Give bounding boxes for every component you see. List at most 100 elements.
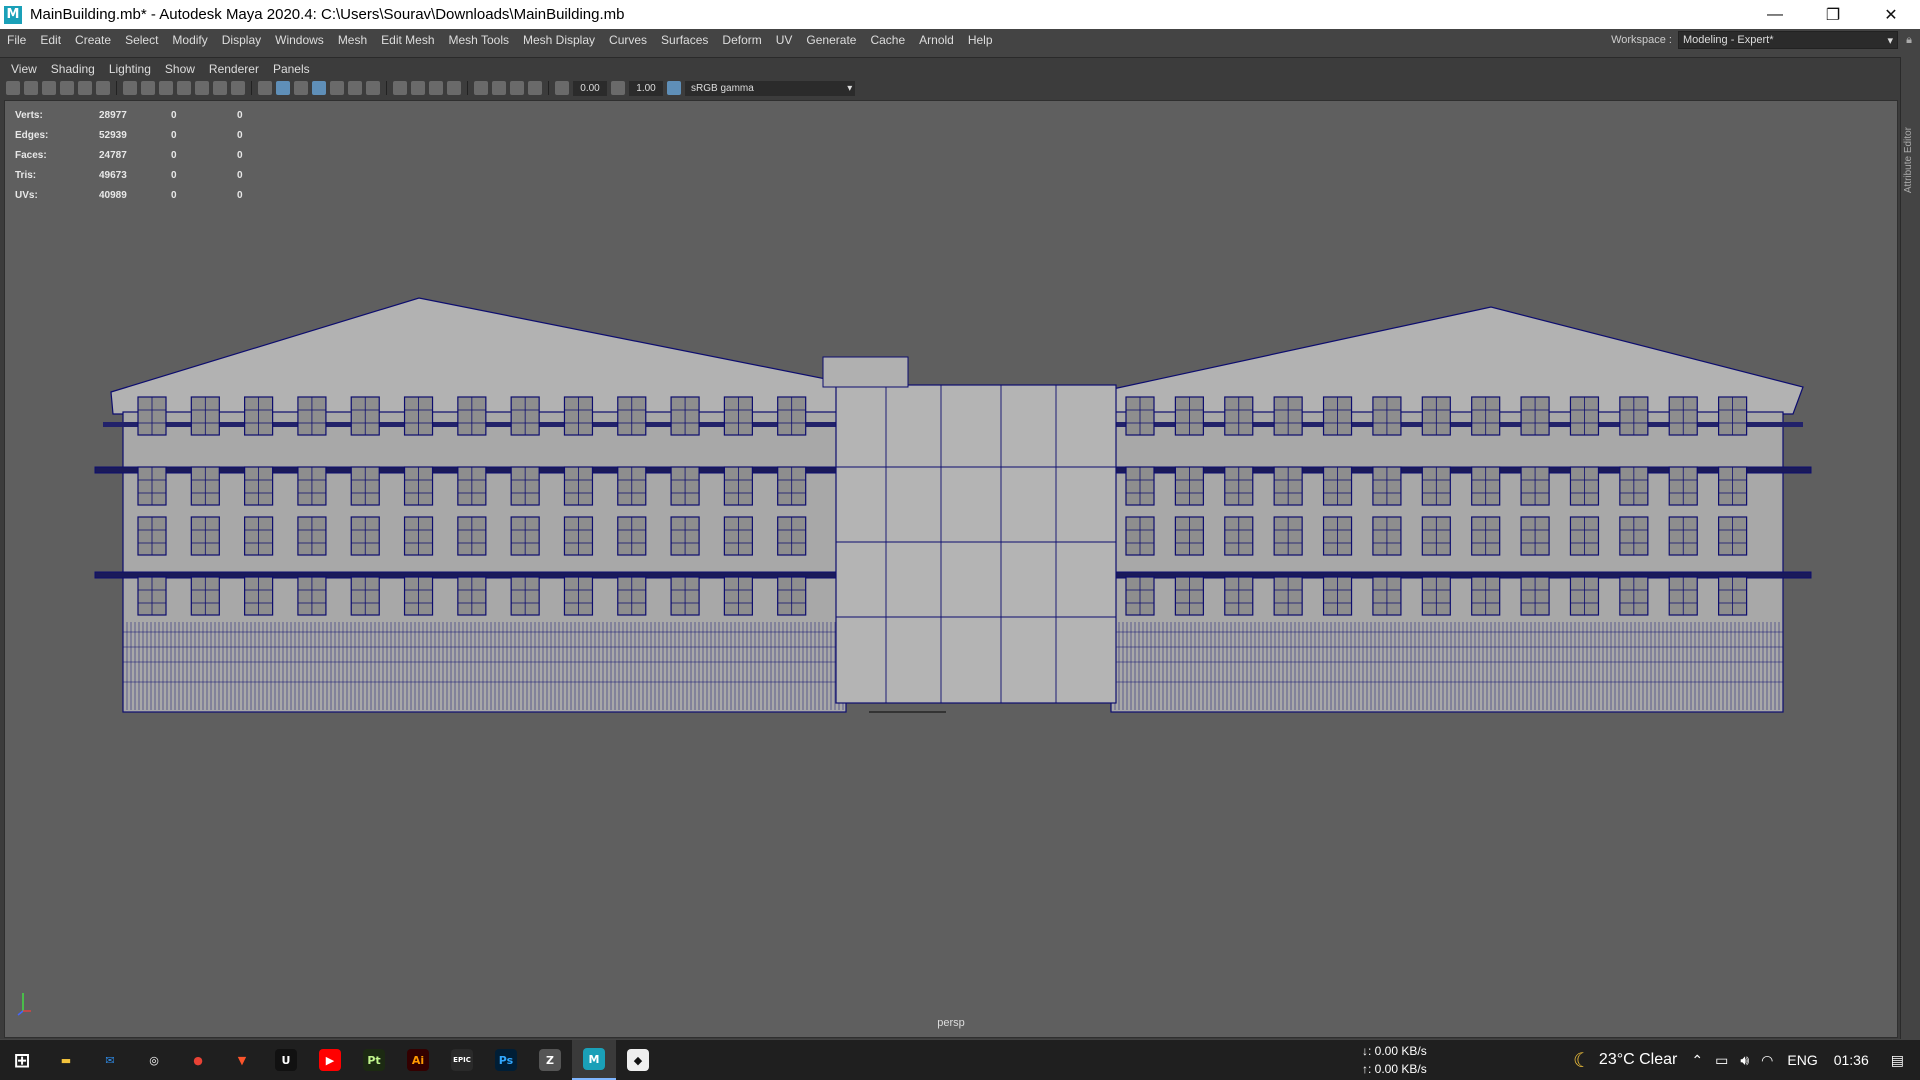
- taskbar-unreal[interactable]: U: [264, 1040, 308, 1080]
- lock-icon[interactable]: 🔒︎: [1898, 34, 1920, 47]
- close-button[interactable]: ✕: [1862, 0, 1920, 29]
- grid-icon[interactable]: [123, 81, 137, 95]
- film-gate-icon[interactable]: [141, 81, 155, 95]
- taskbar-illustrator[interactable]: Ai: [396, 1040, 440, 1080]
- mail-icon: ✉: [105, 1053, 115, 1067]
- image-plane-icon[interactable]: [78, 81, 92, 95]
- camera-attributes-icon[interactable]: [42, 81, 56, 95]
- bookmark-icon[interactable]: [60, 81, 74, 95]
- battery-icon[interactable]: ▭: [1715, 1052, 1728, 1069]
- taskbar-start[interactable]: ⊞: [0, 1040, 44, 1080]
- upload-speed: ↑: 0.00 KB/s: [1362, 1062, 1427, 1076]
- menu-windows[interactable]: Windows: [268, 33, 331, 47]
- chevron-down-icon: ▾: [847, 82, 855, 94]
- illustrator-icon: Ai: [407, 1049, 429, 1071]
- menu-arnold[interactable]: Arnold: [912, 33, 961, 47]
- menu-mesh[interactable]: Mesh: [331, 33, 374, 47]
- taskbar-file-explorer[interactable]: ▬: [44, 1040, 88, 1080]
- textured-icon[interactable]: [330, 81, 344, 95]
- taskbar-epic-games[interactable]: EPIC: [440, 1040, 484, 1080]
- taskbar-photoshop[interactable]: Ps: [484, 1040, 528, 1080]
- menu-display[interactable]: Display: [215, 33, 268, 47]
- taskbar-youtube[interactable]: ▶: [308, 1040, 352, 1080]
- weather-text[interactable]: 23°C Clear: [1599, 1051, 1677, 1069]
- motion-blur-icon[interactable]: [411, 81, 425, 95]
- menu-edit-mesh[interactable]: Edit Mesh: [374, 33, 441, 47]
- taskbar-unity[interactable]: ◆: [616, 1040, 660, 1080]
- chevron-up-icon[interactable]: ⌃: [1691, 1052, 1703, 1069]
- screen-space-ao-icon[interactable]: [393, 81, 407, 95]
- gamma-field[interactable]: 1.00: [629, 80, 663, 96]
- toolbar-divider: [467, 81, 468, 95]
- panel-menu-show[interactable]: Show: [158, 62, 202, 76]
- select-camera-icon[interactable]: [6, 81, 20, 95]
- notification-icon[interactable]: ▤: [1891, 1052, 1904, 1069]
- menu-mesh-tools[interactable]: Mesh Tools: [442, 33, 516, 47]
- search-icon: ◎: [149, 1053, 159, 1067]
- use-all-lights-icon[interactable]: [348, 81, 362, 95]
- smooth-shade-icon[interactable]: [276, 81, 290, 95]
- volume-icon[interactable]: 🔊︎: [1740, 1052, 1749, 1069]
- window-controls: — ❐ ✕: [1746, 0, 1920, 29]
- panel-menu-shading[interactable]: Shading: [44, 62, 102, 76]
- menu-surfaces[interactable]: Surfaces: [654, 33, 715, 47]
- menu-mesh-display[interactable]: Mesh Display: [516, 33, 602, 47]
- workspace-dropdown[interactable]: Modeling - Expert* ▾: [1678, 31, 1898, 49]
- taskbar-maya[interactable]: M: [572, 1040, 616, 1080]
- use-default-material-icon[interactable]: [294, 81, 308, 95]
- xray-joints-icon[interactable]: [528, 81, 542, 95]
- menu-select[interactable]: Select: [118, 33, 165, 47]
- gamma-icon[interactable]: [611, 81, 625, 95]
- 3d-viewport[interactable]: Verts: 28977 0 0 Edges: 52939 0 0 Faces: 24787 0…: [4, 100, 1898, 1038]
- minimize-button[interactable]: —: [1746, 0, 1804, 29]
- depth-of-field-icon[interactable]: [447, 81, 461, 95]
- menu-cache[interactable]: Cache: [863, 33, 912, 47]
- taskbar-search[interactable]: ◎: [132, 1040, 176, 1080]
- building-model[interactable]: [5, 101, 1898, 1038]
- taskbar-brave[interactable]: ▼: [220, 1040, 264, 1080]
- taskbar-zbrush[interactable]: Z: [528, 1040, 572, 1080]
- view-transform-dropdown[interactable]: sRGB gamma ▾: [685, 80, 855, 96]
- isolate-select-icon[interactable]: [474, 81, 488, 95]
- restore-button[interactable]: ❐: [1804, 0, 1862, 29]
- taskbar-mail[interactable]: ✉: [88, 1040, 132, 1080]
- xray-active-icon[interactable]: [510, 81, 524, 95]
- language-indicator[interactable]: ENG: [1787, 1052, 1817, 1068]
- shadows-icon[interactable]: [366, 81, 380, 95]
- chrome-icon: ●: [193, 1053, 203, 1067]
- safe-action-icon[interactable]: [213, 81, 227, 95]
- wireframe-icon[interactable]: [258, 81, 272, 95]
- safe-title-icon[interactable]: [231, 81, 245, 95]
- resolution-gate-icon[interactable]: [159, 81, 173, 95]
- clock[interactable]: 01:36: [1834, 1052, 1869, 1068]
- menu-uv[interactable]: UV: [769, 33, 800, 47]
- grease-pencil-icon[interactable]: [96, 81, 110, 95]
- anti-aliasing-icon[interactable]: [429, 81, 443, 95]
- panel-menu-view[interactable]: View: [4, 62, 44, 76]
- menu-help[interactable]: Help: [961, 33, 1000, 47]
- exposure-field[interactable]: 0.00: [573, 80, 607, 96]
- field-chart-icon[interactable]: [195, 81, 209, 95]
- color-management-icon[interactable]: [667, 81, 681, 95]
- menu-generate[interactable]: Generate: [799, 33, 863, 47]
- menu-edit[interactable]: Edit: [33, 33, 68, 47]
- panel-menu-lighting[interactable]: Lighting: [102, 62, 158, 76]
- panel-menu-renderer[interactable]: Renderer: [202, 62, 266, 76]
- wifi-icon[interactable]: ◠: [1761, 1052, 1773, 1069]
- taskbar-chrome[interactable]: ●: [176, 1040, 220, 1080]
- menu-create[interactable]: Create: [68, 33, 118, 47]
- menu-deform[interactable]: Deform: [715, 33, 768, 47]
- menu-modify[interactable]: Modify: [165, 33, 214, 47]
- lock-camera-icon[interactable]: [24, 81, 38, 95]
- workspace-label: Workspace :: [1611, 34, 1672, 46]
- taskbar-premiere[interactable]: Pt: [352, 1040, 396, 1080]
- attribute-editor-tab[interactable]: Attribute Editor: [1900, 57, 1920, 1039]
- exposure-icon[interactable]: [555, 81, 569, 95]
- panel-menu-panels[interactable]: Panels: [266, 62, 317, 76]
- moon-icon[interactable]: ☾: [1573, 1048, 1591, 1073]
- xray-icon[interactable]: [492, 81, 506, 95]
- menu-file[interactable]: File: [0, 33, 33, 47]
- gate-mask-icon[interactable]: [177, 81, 191, 95]
- menu-curves[interactable]: Curves: [602, 33, 654, 47]
- wireframe-on-shaded-icon[interactable]: [312, 81, 326, 95]
